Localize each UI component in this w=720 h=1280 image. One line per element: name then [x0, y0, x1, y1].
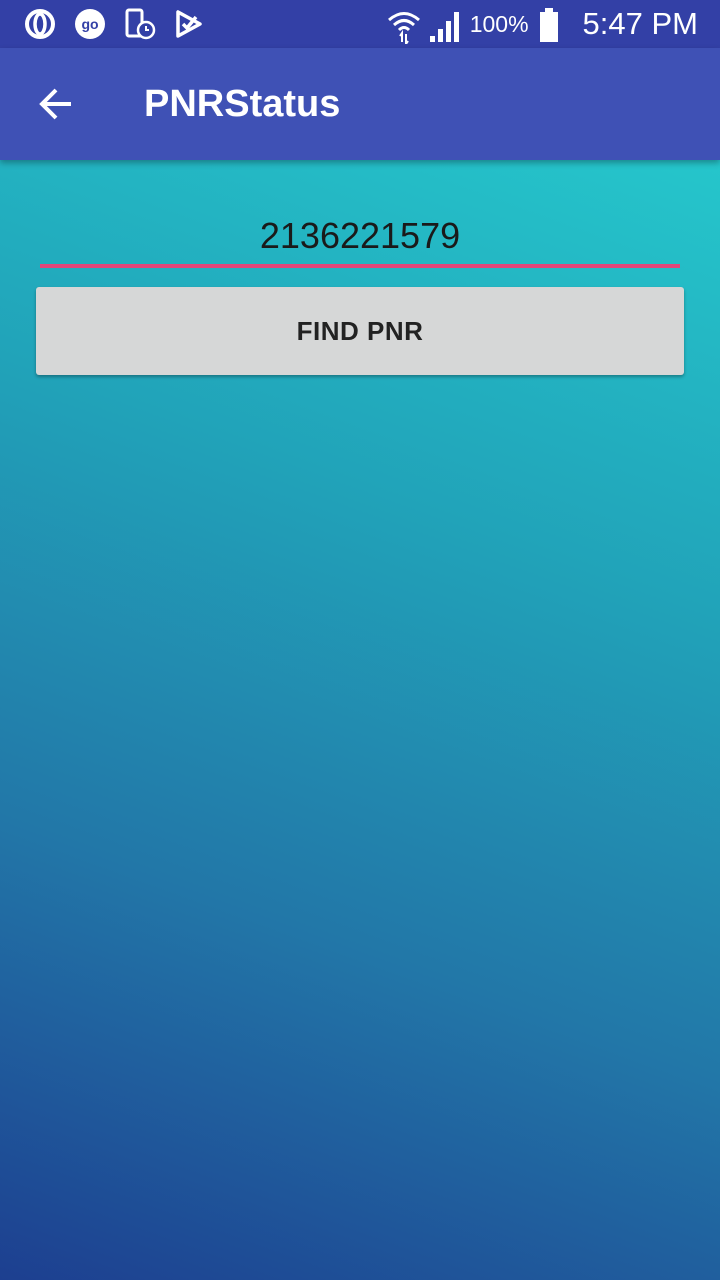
pnr-field	[40, 206, 680, 270]
pnr-input[interactable]	[40, 206, 680, 266]
svg-text:go: go	[81, 16, 98, 32]
pnr-status-screen: go 100% 5:47 PM PNRStatus 2136221579 FIN…	[0, 0, 720, 1280]
back-button[interactable]	[28, 76, 84, 132]
status-time: 5:47 PM	[582, 6, 698, 41]
find-pnr-button[interactable]: FIND PNR	[36, 287, 684, 375]
status-system-icons: 100% 5:47 PM	[386, 0, 698, 48]
go-icon: go	[74, 8, 106, 40]
status-notification-icons: go	[24, 7, 206, 41]
arrow-back-icon	[38, 86, 74, 122]
wifi-icon	[386, 8, 420, 48]
signal-icon	[428, 8, 460, 42]
battery-icon	[539, 8, 559, 42]
opera-icon	[24, 8, 56, 40]
status-bar: go 100% 5:47 PM	[0, 0, 720, 48]
battery-percentage: 100%	[469, 10, 529, 37]
app-bar: PNRStatus	[0, 48, 720, 160]
checklist-icon	[174, 8, 206, 40]
pnr-input-underline	[40, 264, 680, 268]
phone-clock-icon	[124, 8, 156, 40]
page-title: PNRStatus	[144, 83, 341, 125]
